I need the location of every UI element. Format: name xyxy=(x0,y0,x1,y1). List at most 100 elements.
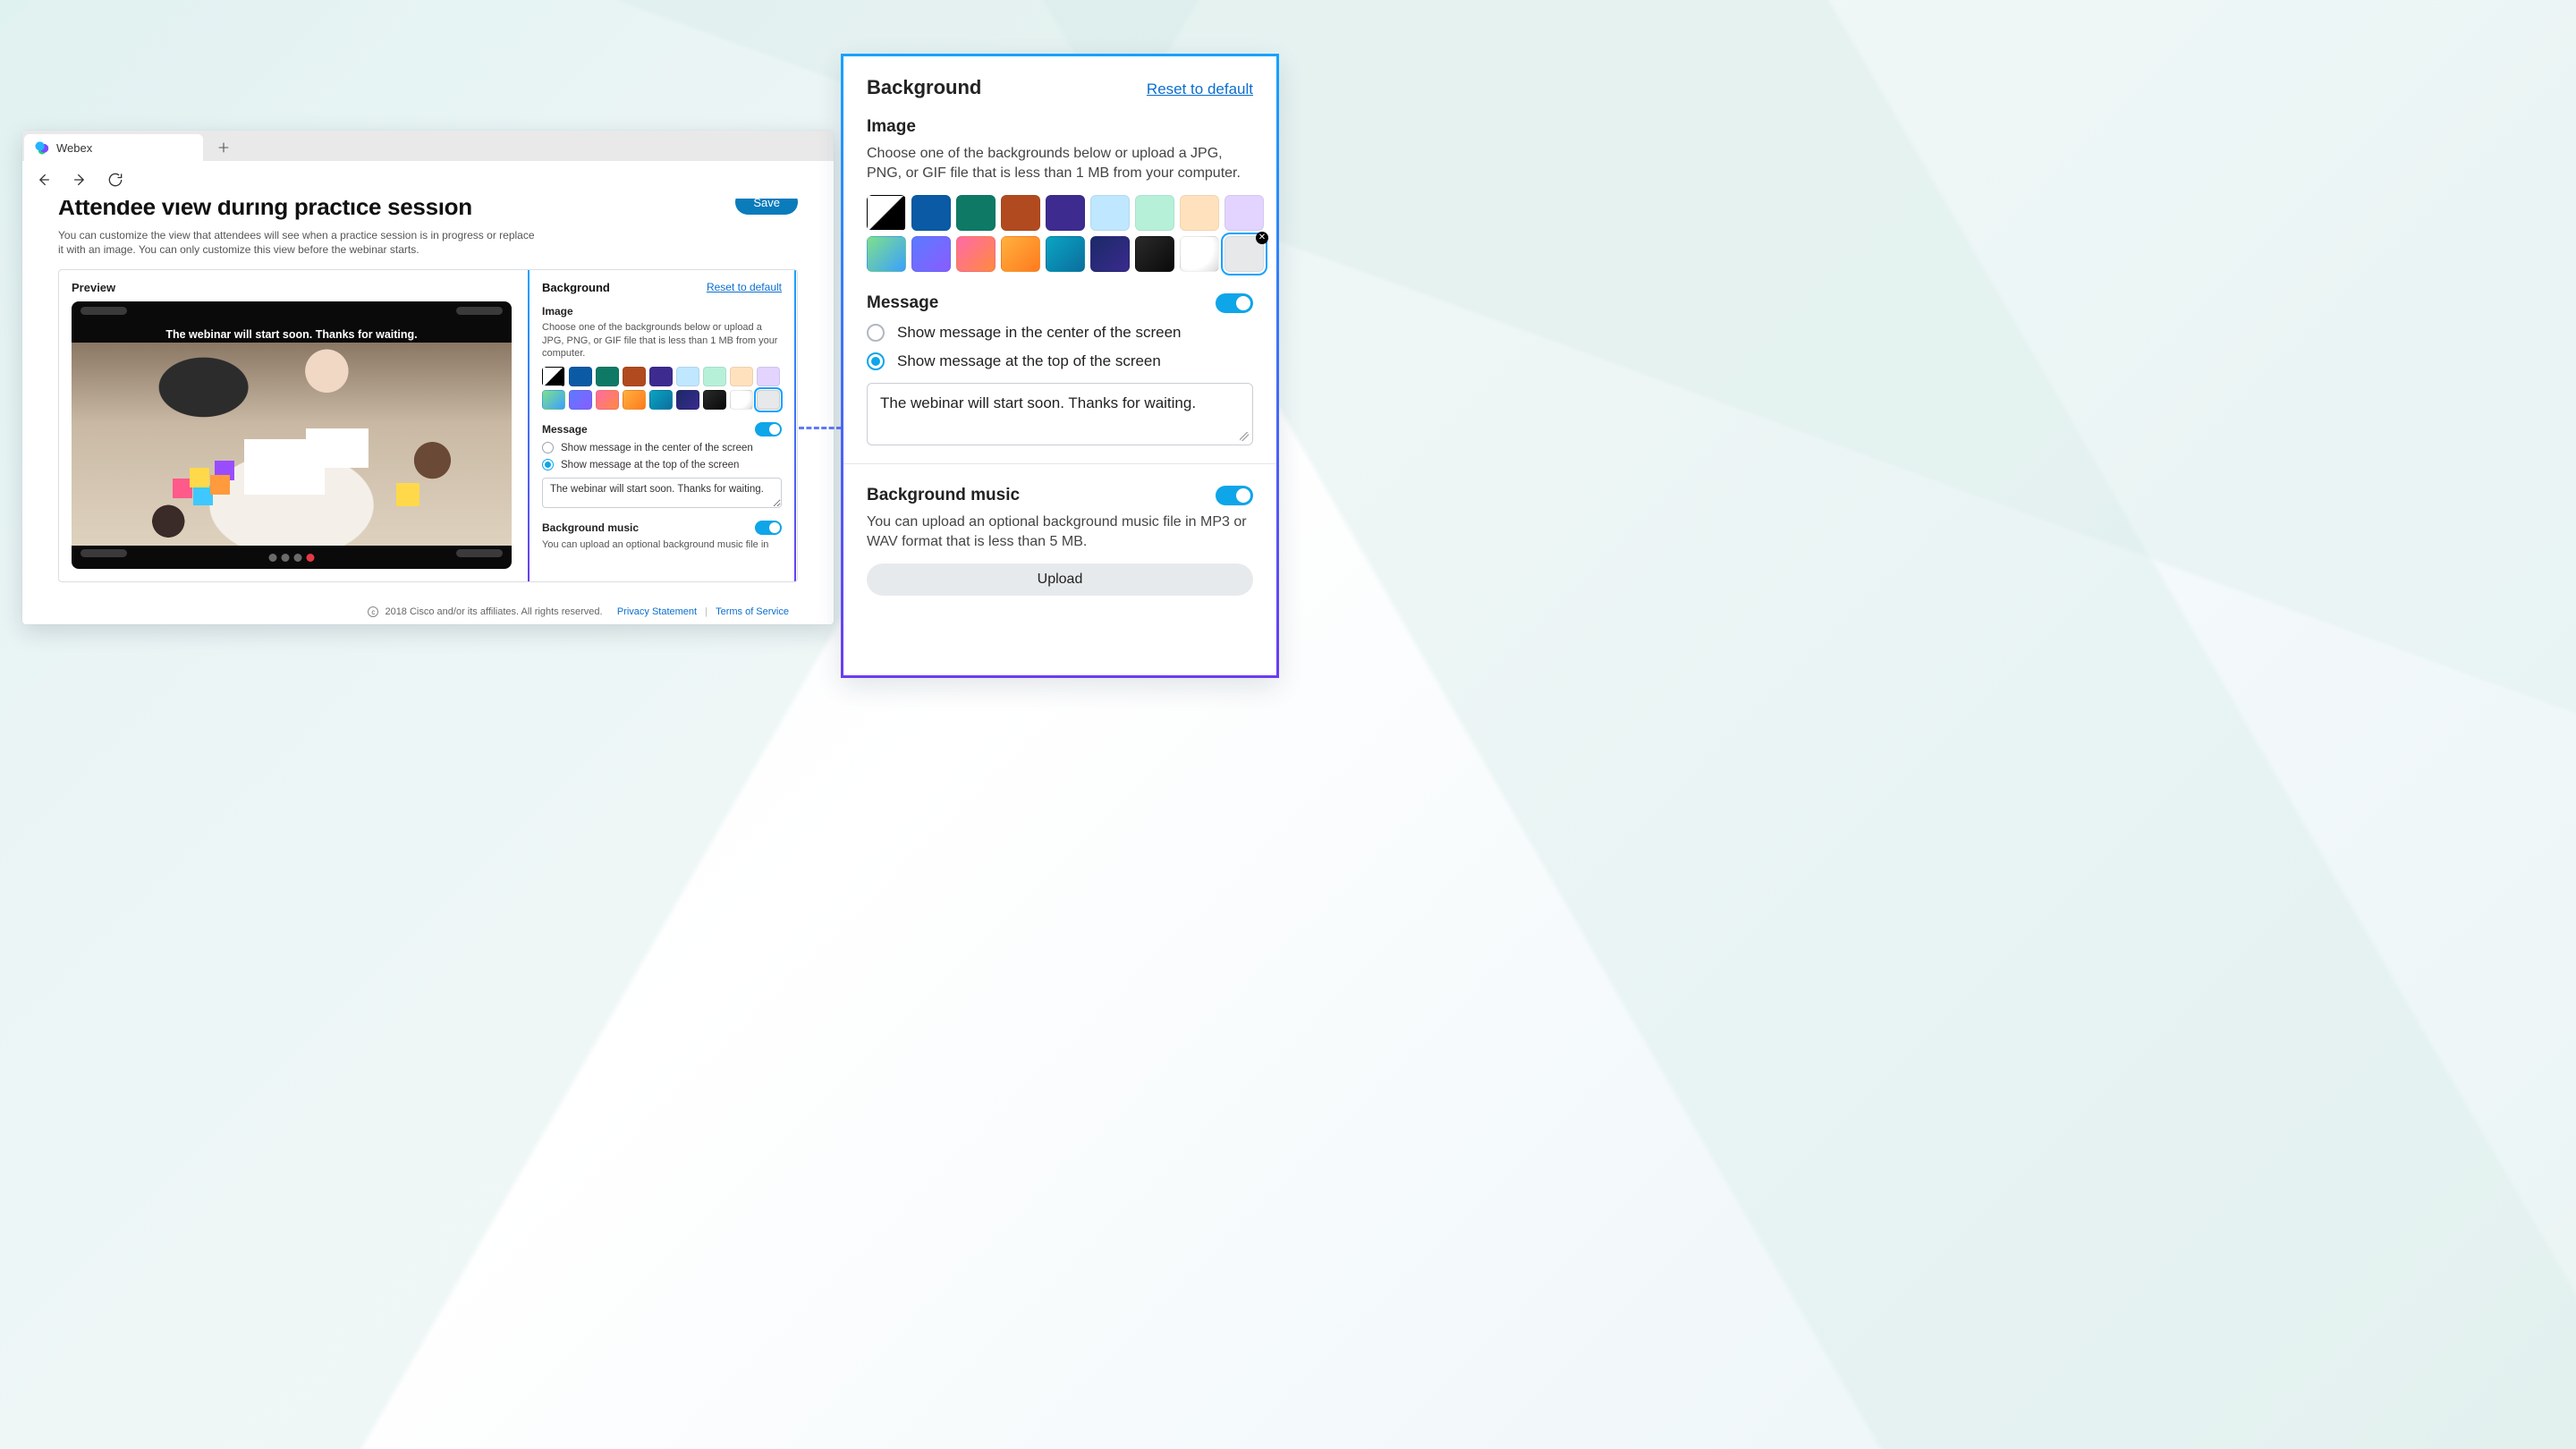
swatch-3[interactable] xyxy=(1001,195,1040,231)
swatch-4[interactable] xyxy=(1046,195,1085,231)
music-section-desc: You can upload an optional background mu… xyxy=(867,513,1253,551)
message-textarea[interactable]: The webinar will start soon. Thanks for … xyxy=(867,383,1253,445)
swatch-1[interactable] xyxy=(911,195,951,231)
message-toggle[interactable] xyxy=(755,422,782,436)
radio-top[interactable] xyxy=(542,459,554,470)
swatch-16[interactable] xyxy=(730,390,753,410)
swatch-7[interactable] xyxy=(730,367,753,386)
reload-button[interactable] xyxy=(106,171,124,189)
message-toggle[interactable] xyxy=(1216,293,1253,313)
page-content: Attendee view during practice session Sa… xyxy=(22,199,834,624)
swatch-13[interactable] xyxy=(649,390,673,410)
msg-position-center-row[interactable]: Show message in the center of the screen xyxy=(542,442,782,453)
swatch-remove-icon[interactable]: ✕ xyxy=(1256,232,1268,244)
swatch-1[interactable] xyxy=(569,367,592,386)
background-panel-large: Background Reset to default Image Choose… xyxy=(841,54,1279,678)
pager-dot[interactable] xyxy=(294,554,302,562)
swatch-17[interactable]: ✕ xyxy=(1224,236,1264,272)
swatch-12[interactable] xyxy=(1001,236,1040,272)
radio-center[interactable] xyxy=(542,442,554,453)
swatch-9[interactable] xyxy=(867,236,906,272)
forward-button[interactable] xyxy=(71,171,89,189)
swatch-11[interactable] xyxy=(956,236,996,272)
resize-grip-icon[interactable] xyxy=(1240,432,1249,441)
swatch-10[interactable] xyxy=(569,390,592,410)
swatch-9[interactable] xyxy=(542,390,565,410)
preview-message: The webinar will start soon. Thanks for … xyxy=(72,328,512,341)
msg-position-center-row[interactable]: Show message in the center of the screen xyxy=(867,324,1253,342)
background-panel-small: Background Reset to default Image Choose… xyxy=(528,269,796,582)
music-toggle[interactable] xyxy=(1216,486,1253,505)
radio-center[interactable] xyxy=(867,324,885,342)
swatch-3[interactable] xyxy=(623,367,646,386)
swatch-8[interactable] xyxy=(1224,195,1264,231)
callout-connector-line xyxy=(799,427,842,429)
msg-position-top-row[interactable]: Show message at the top of the screen xyxy=(542,459,782,470)
message-textarea[interactable]: The webinar will start soon. Thanks for … xyxy=(542,478,782,508)
swatch-17[interactable] xyxy=(757,390,780,410)
msg-position-top-row[interactable]: Show message at the top of the screen xyxy=(867,352,1253,370)
swatch-16[interactable] xyxy=(1180,236,1219,272)
message-section-heading: Message xyxy=(542,423,588,436)
page-footer: c 2018 Cisco and/or its affiliates. All … xyxy=(22,606,834,617)
swatch-2[interactable] xyxy=(596,367,619,386)
pager-dot[interactable] xyxy=(269,554,277,562)
preview-ui-pill xyxy=(456,549,503,557)
image-section-heading: Image xyxy=(867,117,1253,137)
tab-strip: Webex xyxy=(22,131,834,161)
music-toggle[interactable] xyxy=(755,521,782,535)
image-section-desc: Choose one of the backgrounds below or u… xyxy=(867,144,1253,182)
section-divider xyxy=(843,463,1276,464)
preview-label: Preview xyxy=(72,281,512,294)
music-section-desc: You can upload an optional background mu… xyxy=(542,538,782,551)
swatch-7[interactable] xyxy=(1180,195,1219,231)
swatch-15[interactable] xyxy=(1135,236,1174,272)
swatch-15[interactable] xyxy=(703,390,726,410)
preview-screen: The webinar will start soon. Thanks for … xyxy=(72,301,512,569)
music-section-heading: Background music xyxy=(542,521,639,534)
preview-background-image xyxy=(72,343,512,546)
back-button[interactable] xyxy=(35,171,53,189)
swatch-0[interactable] xyxy=(867,195,906,231)
swatch-grid: ✕ xyxy=(867,195,1253,272)
reset-to-default-link[interactable]: Reset to default xyxy=(1147,80,1253,98)
page-title: Attendee view during practice session xyxy=(58,199,472,221)
pager-dot[interactable] xyxy=(282,554,290,562)
preview-ui-pill xyxy=(80,307,127,315)
terms-link[interactable]: Terms of Service xyxy=(716,606,789,617)
swatch-8[interactable] xyxy=(757,367,780,386)
swatch-12[interactable] xyxy=(623,390,646,410)
content-card: Preview The webinar will start soon. Tha… xyxy=(58,269,798,582)
swatch-5[interactable] xyxy=(1090,195,1130,231)
swatch-0[interactable] xyxy=(542,367,565,386)
swatch-6[interactable] xyxy=(703,367,726,386)
save-button[interactable]: Save xyxy=(735,199,798,215)
privacy-link[interactable]: Privacy Statement xyxy=(617,606,697,617)
radio-center-label: Show message in the center of the screen xyxy=(897,324,1182,342)
swatch-10[interactable] xyxy=(911,236,951,272)
image-section-heading: Image xyxy=(542,305,782,318)
new-tab-button[interactable] xyxy=(212,136,235,159)
reset-to-default-link[interactable]: Reset to default xyxy=(707,281,782,293)
preview-pane: Preview The webinar will start soon. Tha… xyxy=(59,270,524,581)
message-textarea-value: The webinar will start soon. Thanks for … xyxy=(880,394,1196,411)
upload-button[interactable]: Upload xyxy=(867,564,1253,596)
plus-icon xyxy=(217,141,230,154)
webex-logo-icon xyxy=(35,140,49,155)
copyright-icon: c xyxy=(368,606,378,617)
swatch-14[interactable] xyxy=(1090,236,1130,272)
browser-tab-webex[interactable]: Webex xyxy=(24,134,203,161)
swatch-2[interactable] xyxy=(956,195,996,231)
swatch-14[interactable] xyxy=(676,390,699,410)
swatch-11[interactable] xyxy=(596,390,619,410)
swatch-13[interactable] xyxy=(1046,236,1085,272)
preview-ui-pill xyxy=(456,307,503,315)
swatch-4[interactable] xyxy=(649,367,673,386)
message-section-heading: Message xyxy=(867,293,938,313)
radio-top[interactable] xyxy=(867,352,885,370)
image-section-desc: Choose one of the backgrounds below or u… xyxy=(542,321,782,360)
copyright-text: 2018 Cisco and/or its affiliates. All ri… xyxy=(385,606,602,617)
swatch-6[interactable] xyxy=(1135,195,1174,231)
swatch-5[interactable] xyxy=(676,367,699,386)
pager-dot-active[interactable] xyxy=(307,554,315,562)
